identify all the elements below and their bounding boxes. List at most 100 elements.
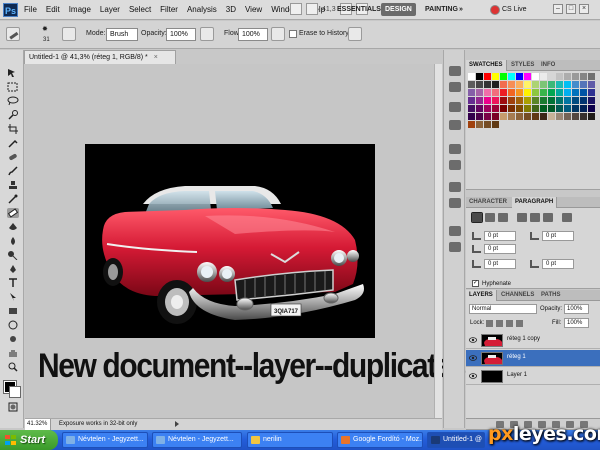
color-swatch[interactable] (516, 105, 523, 112)
color-swatch[interactable] (492, 113, 499, 120)
car-image[interactable]: 3QIA717 (85, 144, 375, 338)
color-swatch[interactable] (556, 113, 563, 120)
quick-mask-icon[interactable] (7, 402, 19, 412)
color-swatch[interactable] (588, 113, 595, 120)
tab-layers[interactable]: LAYERS (466, 290, 497, 301)
color-swatch[interactable] (508, 113, 515, 120)
color-swatch[interactable] (500, 81, 507, 88)
dodge-tool-icon[interactable] (7, 250, 19, 261)
align-left-icon[interactable] (471, 212, 483, 223)
justify-last-center-icon[interactable] (530, 213, 540, 222)
color-swatch[interactable] (476, 105, 483, 112)
color-swatch[interactable] (524, 73, 531, 80)
color-swatch[interactable] (500, 105, 507, 112)
tab-styles[interactable]: STYLES (508, 60, 537, 71)
document-tab[interactable]: Untitled-1 @ 41,3% (réteg 1, RGB/8) * × (24, 50, 176, 64)
color-swatch[interactable] (572, 81, 579, 88)
color-swatch[interactable] (484, 121, 491, 128)
workspace-essentials[interactable]: ESSENTIALS (333, 3, 385, 16)
history-brush-tool-icon[interactable] (7, 194, 19, 204)
mode-select[interactable]: Brush (106, 28, 138, 41)
color-swatch[interactable] (484, 105, 491, 112)
visibility-eye-icon[interactable] (469, 337, 477, 343)
brush-panel-icon[interactable] (62, 27, 76, 41)
restore-button[interactable]: □ (566, 4, 576, 14)
color-swatch[interactable] (532, 97, 539, 104)
quick-selection-tool-icon[interactable] (7, 110, 19, 120)
color-swatch[interactable] (524, 113, 531, 120)
menu-filter[interactable]: Filter (160, 5, 178, 14)
color-swatch[interactable] (580, 113, 587, 120)
flow-field[interactable]: 100% (238, 28, 268, 41)
color-swatch[interactable] (492, 81, 499, 88)
color-swatch[interactable] (468, 113, 475, 120)
color-swatch[interactable] (524, 81, 531, 88)
indent-left-field[interactable]: 0 pt (484, 231, 516, 241)
color-swatch[interactable] (476, 97, 483, 104)
color-swatch[interactable] (516, 89, 523, 96)
move-tool-icon[interactable] (7, 68, 19, 78)
color-swatch[interactable] (500, 97, 507, 104)
type-tool-icon[interactable] (7, 278, 19, 288)
color-swatch[interactable] (556, 81, 563, 88)
color-swatch[interactable] (564, 113, 571, 120)
brush-tool-icon[interactable] (7, 166, 19, 176)
notes-panel-icon[interactable] (449, 242, 461, 252)
eraser-tool-icon[interactable] (7, 208, 19, 218)
menu-edit[interactable]: Edit (46, 5, 60, 14)
color-swatch[interactable] (468, 81, 475, 88)
layer-row[interactable]: Layer 1 (466, 368, 600, 385)
lasso-tool-icon[interactable] (7, 96, 19, 106)
color-swatch[interactable] (556, 97, 563, 104)
blur-tool-icon[interactable] (7, 236, 19, 246)
color-swatch[interactable] (484, 81, 491, 88)
tab-swatches[interactable]: SWATCHES (466, 60, 507, 71)
color-swatch[interactable] (492, 105, 499, 112)
hand-tool-icon[interactable] (7, 348, 19, 358)
color-swatch[interactable] (508, 89, 515, 96)
color-swatch[interactable] (564, 81, 571, 88)
color-swatch[interactable] (540, 113, 547, 120)
color-swatch[interactable] (540, 105, 547, 112)
background-color-swatch[interactable] (9, 386, 21, 398)
color-swatch[interactable] (540, 81, 547, 88)
taskbar-item[interactable]: Névtelen - Jegyzett... (62, 432, 148, 448)
color-swatch[interactable] (476, 89, 483, 96)
clone-stamp-tool-icon[interactable] (7, 180, 19, 190)
color-swatch[interactable] (588, 81, 595, 88)
fill-field[interactable]: 100% (564, 318, 589, 328)
visibility-eye-icon[interactable] (469, 373, 477, 379)
color-swatch[interactable] (476, 113, 483, 120)
history-panel-icon[interactable] (449, 66, 461, 76)
tablet-size-icon[interactable] (348, 27, 362, 41)
color-swatch[interactable] (580, 97, 587, 104)
color-swatch[interactable] (492, 97, 499, 104)
menu-file[interactable]: File (24, 5, 37, 14)
menu-layer[interactable]: Layer (100, 5, 120, 14)
first-line-indent-field[interactable]: 0 pt (484, 244, 516, 254)
justify-last-right-icon[interactable] (543, 213, 553, 222)
crop-tool-icon[interactable] (7, 124, 19, 134)
color-swatch[interactable] (532, 89, 539, 96)
gradient-tool-icon[interactable] (7, 222, 19, 232)
color-swatch[interactable] (556, 73, 563, 80)
justify-all-icon[interactable] (562, 213, 572, 222)
tab-paragraph[interactable]: PARAGRAPH (512, 197, 558, 208)
opacity-field[interactable]: 100% (166, 28, 196, 41)
color-swatch[interactable] (476, 73, 483, 80)
color-swatch[interactable] (468, 97, 475, 104)
color-swatch[interactable] (476, 81, 483, 88)
character-styles-panel-icon[interactable] (449, 182, 461, 192)
color-swatch[interactable] (540, 73, 547, 80)
color-swatch[interactable] (564, 73, 571, 80)
3d-panel-icon[interactable] (449, 226, 461, 236)
tab-paths[interactable]: PATHS (538, 290, 563, 301)
color-swatch[interactable] (548, 113, 555, 120)
taskbar-item[interactable]: nerilin (247, 432, 333, 448)
brush-preset-icon[interactable]: ✸ (42, 25, 48, 33)
cs-live-button[interactable]: CS Live (490, 3, 527, 16)
color-swatch[interactable] (572, 105, 579, 112)
align-center-icon[interactable] (485, 213, 495, 222)
workspace-design[interactable]: DESIGN (381, 3, 416, 16)
brush-panel-icon[interactable] (449, 102, 461, 112)
